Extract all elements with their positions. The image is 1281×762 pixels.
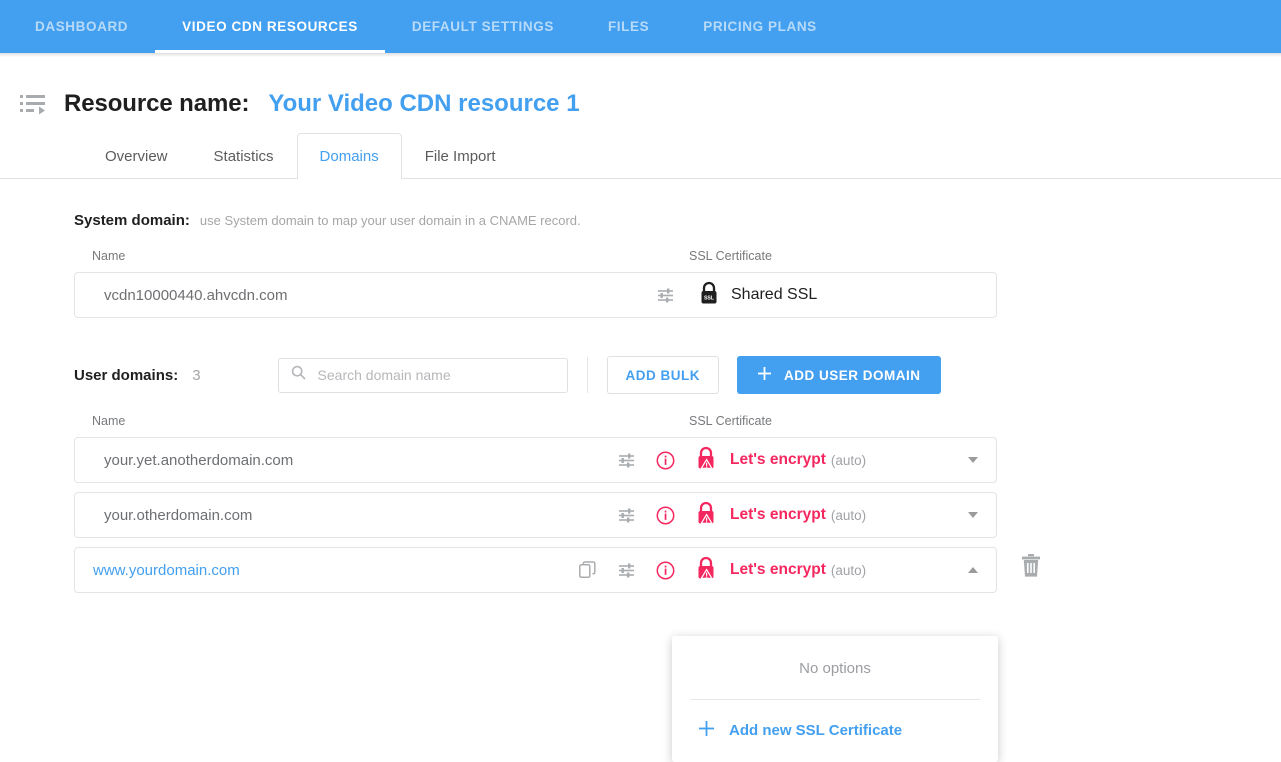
system-domain-column-headers: Name SSL Certificate [74, 249, 1281, 263]
tab-label: Statistics [213, 147, 274, 165]
nav-item-label: DASHBOARD [35, 19, 129, 34]
system-domain-title: System domain: [74, 212, 190, 229]
resource-header: Resource name: Your Video CDN resource 1 [0, 53, 1281, 127]
nav-item-video-cdn-resources[interactable]: VIDEO CDN RESOURCES [155, 0, 385, 53]
lock-warning-icon [696, 446, 718, 475]
add-bulk-label: ADD BULK [625, 367, 701, 383]
nav-item-label: DEFAULT SETTINGS [411, 19, 554, 34]
dropdown-no-options: No options [799, 660, 871, 677]
plus-icon [698, 720, 715, 741]
system-domain-ssl-label: Shared SSL [731, 286, 818, 303]
add-new-ssl-certificate-label: Add new SSL Certificate [729, 722, 903, 739]
column-header-ssl: SSL Certificate [689, 414, 772, 428]
info-alert-icon[interactable] [654, 449, 676, 471]
user-domains-title: User domains: [74, 366, 179, 384]
nav-item-label: PRICING PLANS [703, 19, 817, 34]
ssl-auto-suffix: (auto) [830, 452, 867, 468]
ssl-label: Let's encrypt [730, 506, 826, 523]
list-collapse-icon[interactable] [20, 93, 46, 115]
toolbar-divider [586, 357, 588, 393]
ssl-auto-suffix: (auto) [830, 562, 867, 578]
plus-icon [757, 366, 772, 384]
system-domain-row: vcdn10000440.ahvcdn.com SSL Shared SSL [74, 272, 997, 318]
sliders-icon[interactable] [654, 284, 676, 306]
add-user-domain-label: ADD USER DOMAIN [784, 367, 921, 383]
nav-item-pricing-plans[interactable]: PRICING PLANS [676, 0, 844, 53]
tab-label: File Import [424, 147, 496, 165]
user-domain-name[interactable]: www.yourdomain.com [75, 562, 576, 579]
system-domain-hint: use System domain to map your user domai… [199, 213, 581, 228]
row-icons [615, 504, 686, 526]
tab-label: Overview [105, 147, 168, 165]
column-header-name: Name [92, 249, 126, 263]
ssl-label: Let's encrypt [730, 451, 826, 468]
table-row: your.yet.anotherdomain.com Let's encrypt… [74, 437, 997, 483]
system-domain-name: vcdn10000440.ahvcdn.com [104, 286, 288, 304]
search-icon [291, 365, 306, 385]
ssl-auto-suffix: (auto) [830, 507, 867, 523]
chevron-down-icon[interactable] [968, 512, 978, 518]
ssl-label: Let's encrypt [730, 561, 826, 578]
user-domains-toolbar: User domains: 3 ADD BULK ADD USER D [74, 318, 1281, 394]
table-row: your.otherdomain.com Let's encrypt (auto… [74, 492, 997, 538]
nav-item-dashboard[interactable]: DASHBOARD [8, 0, 155, 53]
chevron-up-icon[interactable] [968, 567, 978, 573]
user-domain-row-container: your.otherdomain.com Let's encrypt (auto… [74, 483, 1281, 538]
user-domains-column-headers: Name SSL Certificate [74, 414, 1281, 428]
ssl-cell[interactable]: Let's encrypt (auto) [686, 501, 996, 530]
svg-text:SSL: SSL [704, 295, 715, 301]
tab-domains[interactable]: Domains [296, 133, 402, 179]
nav-item-label: VIDEO CDN RESOURCES [182, 19, 358, 34]
row-icons [576, 559, 686, 581]
chevron-down-icon[interactable] [968, 457, 978, 463]
user-domain-row-container: www.yourdomain.com Let's encrypt (auto) [74, 538, 1281, 593]
system-domain-ssl-cell: SSL Shared SSL [686, 281, 996, 310]
nav-item-files[interactable]: FILES [581, 0, 676, 53]
user-domains-count: 3 [192, 366, 201, 384]
user-domain-row-container: your.yet.anotherdomain.com Let's encrypt… [74, 428, 1281, 483]
column-header-ssl: SSL Certificate [689, 249, 772, 263]
row-icons [615, 449, 686, 471]
lock-ssl-icon: SSL [699, 281, 719, 310]
lock-warning-icon [696, 556, 718, 585]
system-domain-header: System domain: use System domain to map … [74, 179, 1281, 229]
search-input[interactable] [315, 366, 536, 384]
trash-icon[interactable] [1018, 551, 1044, 581]
info-alert-icon[interactable] [654, 559, 676, 581]
nav-item-label: FILES [607, 19, 650, 34]
lock-warning-icon [696, 501, 718, 530]
user-domain-name: your.yet.anotherdomain.com [104, 451, 294, 469]
ssl-certificate-dropdown: No options Add new SSL Certificate [672, 636, 998, 762]
sliders-icon[interactable] [615, 504, 637, 526]
tab-overview[interactable]: Overview [82, 133, 191, 178]
resource-tabs: Overview Statistics Domains File Import [0, 127, 1281, 179]
copy-icon[interactable] [576, 559, 598, 581]
tab-statistics[interactable]: Statistics [191, 133, 297, 178]
info-alert-icon[interactable] [654, 504, 676, 526]
sliders-icon[interactable] [615, 449, 637, 471]
tab-label: Domains [319, 147, 379, 165]
ssl-cell[interactable]: Let's encrypt (auto) [686, 556, 996, 585]
top-navigation-bar: DASHBOARD VIDEO CDN RESOURCES DEFAULT SE… [0, 0, 1281, 57]
nav-item-default-settings[interactable]: DEFAULT SETTINGS [385, 0, 581, 53]
add-user-domain-button[interactable]: ADD USER DOMAIN [737, 356, 941, 394]
resource-name-label: Resource name: [64, 90, 250, 117]
add-new-ssl-certificate-option[interactable]: Add new SSL Certificate [672, 700, 998, 762]
user-domain-name: your.otherdomain.com [104, 506, 253, 524]
add-bulk-button[interactable]: ADD BULK [606, 356, 720, 394]
search-domain-box[interactable] [277, 357, 568, 393]
domains-panel: System domain: use System domain to map … [0, 179, 1281, 593]
table-row: www.yourdomain.com Let's encrypt (auto) [74, 547, 997, 593]
system-domain-row-icons [654, 284, 686, 306]
ssl-cell[interactable]: Let's encrypt (auto) [686, 446, 996, 475]
resource-name-value[interactable]: Your Video CDN resource 1 [268, 90, 579, 118]
sliders-icon[interactable] [615, 559, 637, 581]
tab-file-import[interactable]: File Import [402, 133, 519, 178]
column-header-name: Name [92, 414, 126, 428]
